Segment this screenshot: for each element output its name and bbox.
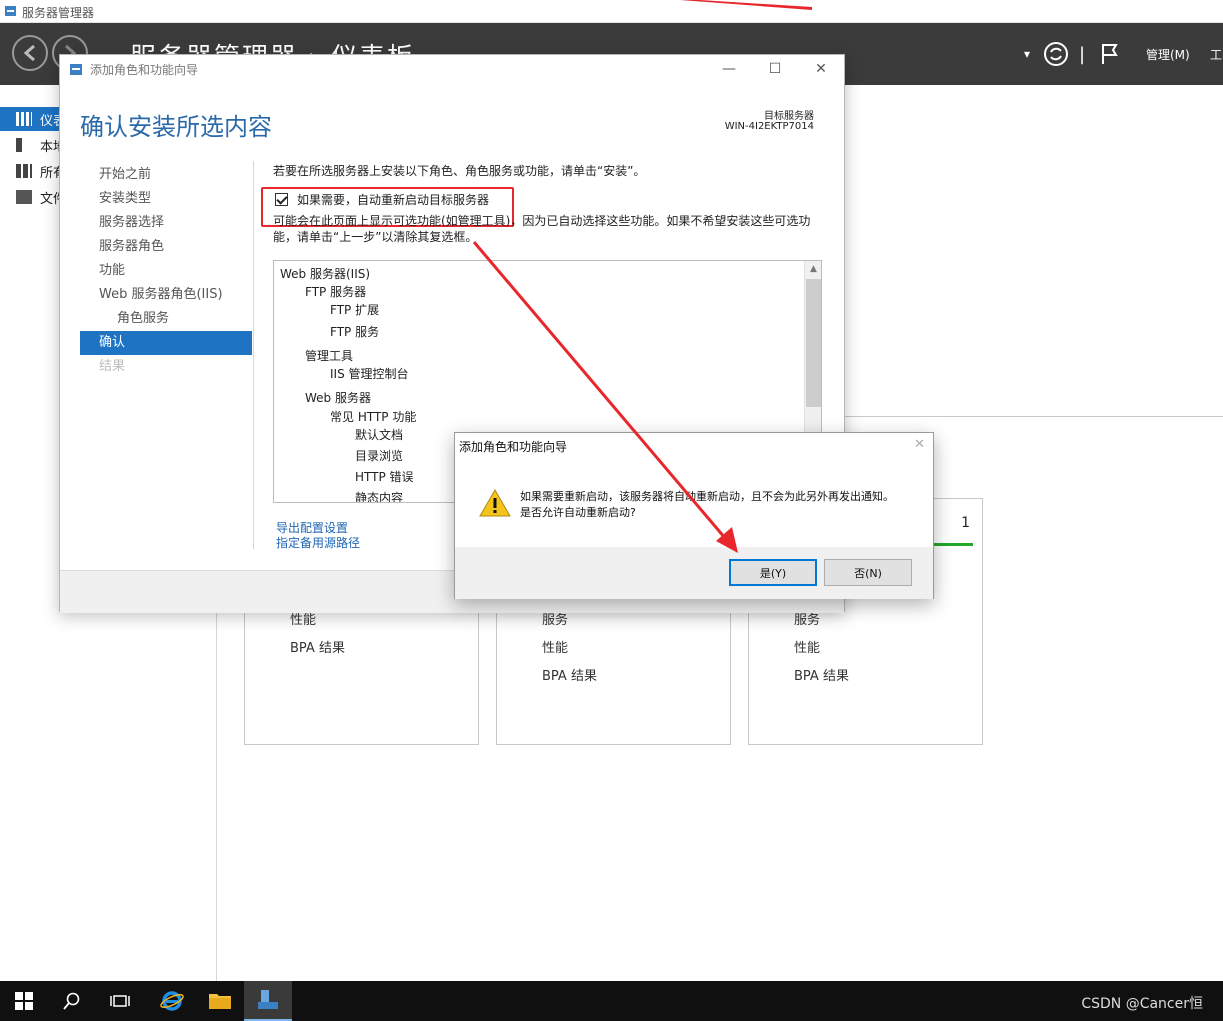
ie-button[interactable]: [148, 981, 196, 1021]
chevron-up-icon[interactable]: ▲: [805, 261, 821, 278]
step-results: 结果: [99, 359, 126, 374]
close-button[interactable]: ✕: [810, 59, 832, 79]
step-server-selection[interactable]: 服务器选择: [80, 211, 252, 235]
file-explorer-button[interactable]: [196, 981, 244, 1021]
wizard-title: 添加角色和功能向导: [90, 63, 199, 77]
list-item: Web 服务器(IIS): [280, 267, 371, 281]
arrow-left-icon: [23, 44, 35, 62]
manage-menu[interactable]: 管理(M): [1146, 23, 1190, 85]
windows-icon: [15, 992, 33, 1010]
dialog-footer: 是(Y) 否(N): [455, 547, 933, 599]
target-server-name: WIN-4I2EKTP7014: [724, 121, 814, 132]
dialog-title: 添加角色和功能向导: [459, 440, 568, 454]
close-icon[interactable]: ✕: [914, 437, 925, 452]
notifications-button[interactable]: [1100, 23, 1120, 85]
internet-explorer-icon: [160, 991, 184, 1011]
start-button[interactable]: [0, 981, 48, 1021]
servers-icon: [16, 164, 32, 178]
folder-icon: [209, 994, 231, 1009]
step-features[interactable]: 功能: [80, 259, 252, 283]
search-icon: [63, 992, 80, 1010]
server-manager-icon: [5, 6, 16, 16]
content-divider: [844, 416, 1223, 417]
task-view-button[interactable]: [96, 981, 144, 1021]
server-manager-taskbar-button[interactable]: [244, 981, 292, 1021]
tile-link[interactable]: 性能: [542, 637, 568, 656]
step-web-server-role[interactable]: Web 服务器角色(IIS): [80, 283, 252, 307]
search-button[interactable]: [48, 981, 96, 1021]
tools-menu[interactable]: 工: [1210, 23, 1222, 85]
server-manager-icon: [258, 990, 278, 1009]
list-item: IIS 管理控制台: [330, 367, 409, 381]
step-role-services[interactable]: 角色服务: [80, 307, 252, 331]
list-item: HTTP 错误: [355, 470, 414, 484]
flag-icon: [1102, 44, 1118, 64]
tile-link[interactable]: BPA 结果: [542, 665, 597, 684]
app-titlebar: 服务器管理器: [0, 0, 1223, 23]
tile-link[interactable]: BPA 结果: [794, 665, 849, 684]
no-button[interactable]: 否(N): [824, 559, 912, 586]
list-item: 静态内容: [355, 491, 404, 503]
back-button[interactable]: [12, 35, 48, 71]
list-item: FTP 服务器: [305, 285, 367, 299]
refresh-button[interactable]: [1042, 23, 1070, 85]
server-icon: [16, 138, 22, 152]
restart-confirm-dialog: 添加角色和功能向导 ✕ 如果需要重新启动，该服务器将自动重新启动，且不会为此另外…: [454, 432, 934, 599]
wizard-titlebar: 添加角色和功能向导 — ☐ ✕: [60, 55, 844, 83]
yes-button[interactable]: 是(Y): [729, 559, 817, 586]
warning-icon: [479, 489, 511, 517]
list-item: 目录浏览: [355, 449, 404, 463]
tile-link[interactable]: 性能: [794, 637, 820, 656]
instruction-text: 若要在所选服务器上安装以下角色、角色服务或功能，请单击“安装”。: [273, 164, 646, 178]
step-confirmation[interactable]: 确认: [80, 331, 252, 355]
alternate-source-link[interactable]: 指定备用源路径: [276, 534, 360, 551]
wizard-icon: [70, 64, 82, 75]
note-line: 可能会在此页面上显示可选功能(如管理工具)，因为已自动选择这些功能。如果不希望安…: [273, 214, 811, 228]
refresh-icon: [1044, 42, 1068, 66]
optional-features-note: 可能会在此页面上显示可选功能(如管理工具)，因为已自动选择这些功能。如果不希望安…: [273, 213, 818, 245]
page-title: 确认安装所选内容: [80, 113, 272, 141]
status-bar: [933, 543, 973, 546]
task-view-icon: [110, 995, 130, 1007]
target-server-label: 目标服务器: [764, 111, 814, 122]
step-before-you-begin[interactable]: 开始之前: [80, 163, 252, 187]
steps-divider: [253, 161, 254, 549]
list-item: 默认文档: [355, 428, 404, 442]
dashboard-icon: [16, 112, 32, 126]
scrollbar-thumb[interactable]: [806, 279, 821, 407]
list-item: Web 服务器: [305, 391, 371, 405]
tile-count: 1: [961, 515, 970, 531]
tile-link[interactable]: BPA 结果: [290, 637, 345, 656]
minimize-button[interactable]: —: [718, 59, 740, 79]
step-server-roles[interactable]: 服务器角色: [80, 235, 252, 259]
list-item: 常见 HTTP 功能: [330, 410, 417, 424]
folder-icon: [16, 190, 32, 204]
list-item: FTP 扩展: [330, 303, 380, 317]
dialog-message: 如果需要重新启动，该服务器将自动重新启动，且不会为此另外再发出通知。: [520, 490, 894, 503]
maximize-button[interactable]: ☐: [764, 59, 786, 79]
step-installation-type[interactable]: 安装类型: [80, 187, 252, 211]
window-title: 服务器管理器: [22, 6, 95, 20]
watermark-text: CSDN @Cancer恒: [1081, 996, 1203, 1012]
dropdown-icon[interactable]: ▾: [1024, 23, 1030, 85]
list-item: 管理工具: [305, 349, 354, 363]
list-item: FTP 服务: [330, 325, 380, 339]
dialog-question: 是否允许自动重新启动?: [520, 506, 636, 519]
divider: |: [1079, 43, 1086, 65]
note-line: 能，请单击“上一步”以清除其复选框。: [273, 230, 478, 244]
taskbar: CSDN @Cancer恒: [0, 981, 1223, 1021]
